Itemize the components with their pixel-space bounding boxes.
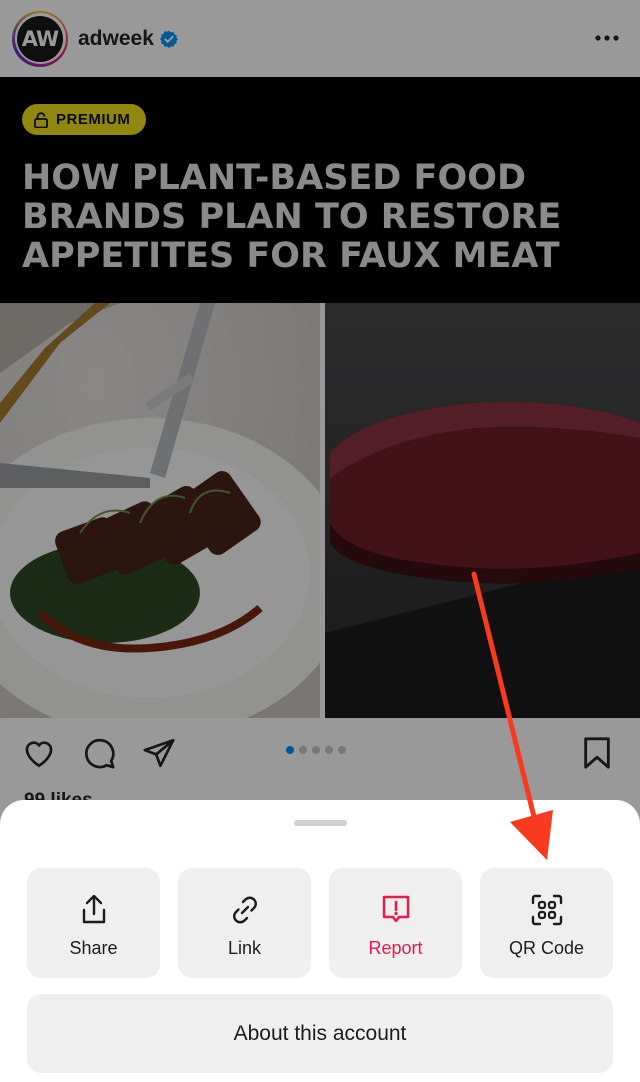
- share-bottom-sheet: Share Link Report QR Code About this acc…: [0, 800, 640, 1082]
- share-label: Share: [69, 938, 118, 958]
- link-icon: [232, 896, 257, 924]
- report-icon: [382, 895, 409, 923]
- link-button[interactable]: Link: [178, 868, 311, 978]
- qr-code-icon: [531, 894, 562, 926]
- qr-code-label: QR Code: [508, 938, 585, 958]
- instagram-screen: AW adweek PREMIUM HOW PLANT-BASED FOOD B…: [0, 0, 640, 1082]
- link-label: Link: [227, 938, 262, 958]
- share-button[interactable]: Share: [27, 868, 160, 978]
- report-label: Report: [368, 938, 423, 958]
- qr-code-button[interactable]: QR Code: [480, 868, 613, 978]
- report-button[interactable]: Report: [329, 868, 462, 978]
- share-icon: [82, 894, 105, 924]
- sheet-grabber[interactable]: [294, 820, 347, 826]
- about-this-account-button[interactable]: About this account: [27, 994, 613, 1073]
